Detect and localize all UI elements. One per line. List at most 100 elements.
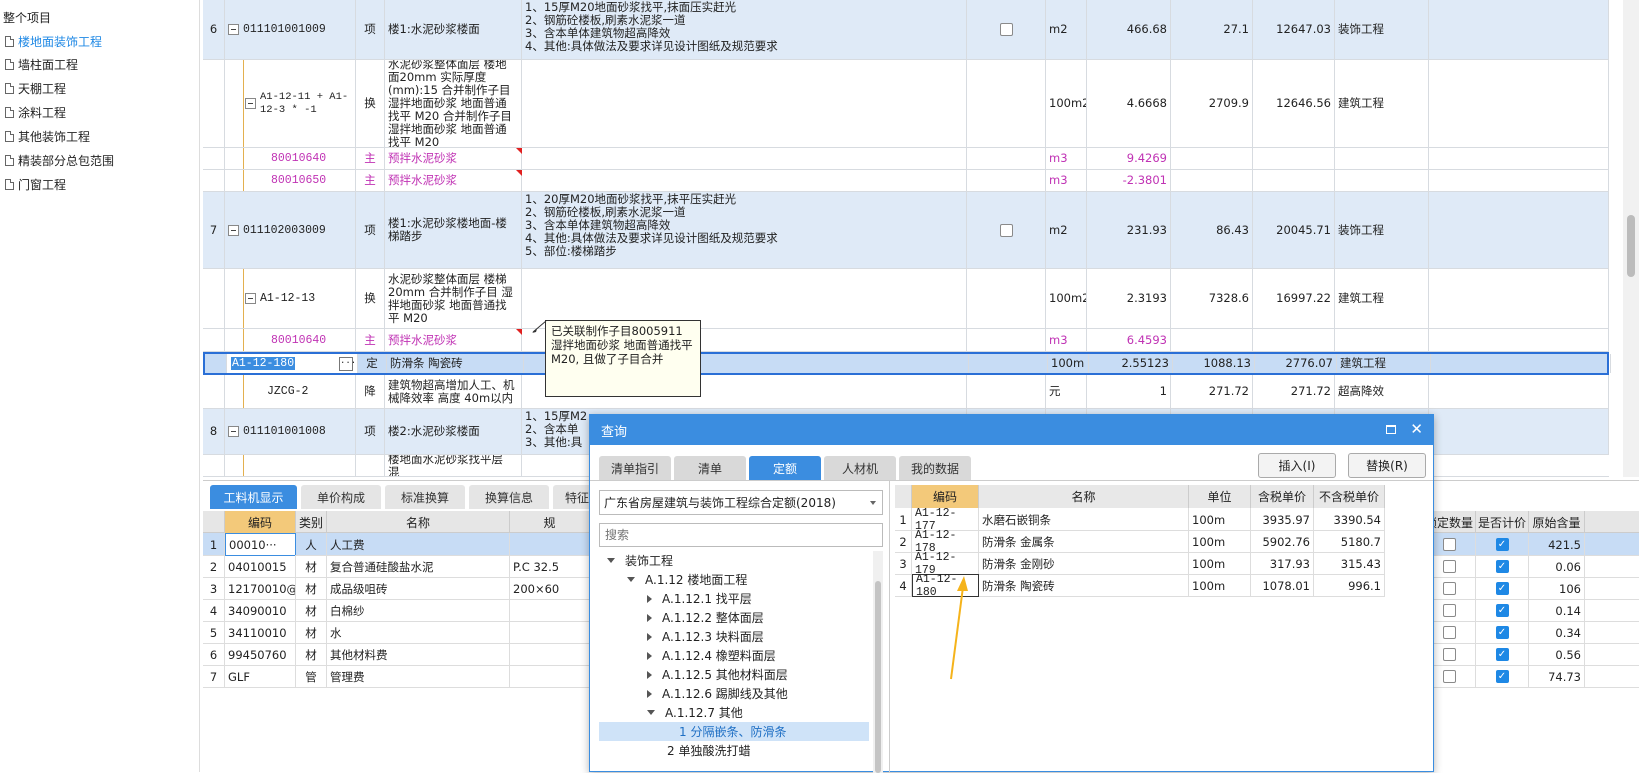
quota-name-cell[interactable]: 防滑条 金属条 — [979, 530, 1189, 553]
sidebar-item-ceiling[interactable]: 天棚工程 — [5, 78, 66, 98]
original-qty-cell[interactable]: 106 — [1529, 577, 1585, 600]
tree-scrollbar[interactable] — [873, 551, 883, 773]
table-row[interactable]: 6 011101001009 项 楼1:水泥砂浆楼面 1、15厚M20地面砂浆找… — [203, 0, 1609, 60]
resource-spec-cell[interactable]: 200×60 — [510, 577, 590, 600]
quota-tax-cell[interactable]: 3935.97 — [1251, 508, 1314, 531]
collapsed-icon[interactable] — [647, 670, 652, 679]
quota-unit-cell[interactable]: 100m — [1189, 574, 1251, 597]
lock-checkbox[interactable] — [1442, 670, 1456, 683]
resource-type-cell[interactable]: 人 — [296, 533, 327, 556]
tab-standard-conversion[interactable]: 标准换算 — [385, 485, 465, 509]
resource-name-cell[interactable]: 其他材料费 — [327, 643, 510, 666]
tree-node[interactable]: A.1.12.1 找平层 — [647, 589, 752, 608]
original-qty-cell[interactable]: 74.73 — [1529, 665, 1585, 688]
tab-bill-guide[interactable]: 清单指引 — [599, 456, 671, 480]
feature-cell[interactable]: 1、20厚M20地面砂浆找平,抹平压实赶光 2、钢筋砼楼板,刷素水泥浆一道 3、… — [522, 192, 967, 268]
feature-cell[interactable] — [522, 170, 967, 191]
collapse-icon[interactable] — [228, 224, 239, 236]
tab-resources[interactable]: 人材机 — [824, 456, 896, 480]
resource-name-cell[interactable]: 复合普通硅酸盐水泥 — [327, 555, 510, 578]
expanded-icon[interactable] — [647, 710, 655, 715]
dialog-title-bar[interactable]: 查询 ✕ — [590, 415, 1433, 445]
resource-type-cell[interactable]: 管 — [296, 665, 327, 688]
table-row[interactable]: 80010650 主 预拌水泥砂浆 m3 -2.3801 — [203, 170, 1609, 192]
checkbox-cell[interactable] — [967, 192, 1046, 268]
collapse-icon[interactable] — [228, 24, 239, 35]
quota-tax-cell[interactable]: 317.93 — [1251, 552, 1314, 575]
header-original-qty[interactable]: 原始含量 — [1529, 511, 1585, 533]
code-cell[interactable]: A1-12-13 — [225, 269, 356, 328]
header-name[interactable]: 名称 — [979, 485, 1189, 508]
lock-checkbox[interactable] — [1442, 626, 1456, 639]
resource-type-cell[interactable]: 材 — [296, 555, 327, 578]
original-qty-cell[interactable]: 0.06 — [1529, 555, 1585, 578]
header-unit[interactable]: 单位 — [1189, 485, 1251, 508]
tab-my-data[interactable]: 我的数据 — [899, 456, 971, 480]
table-row[interactable]: A1-12-11 + A1-12-3 * -1 换 水泥砂浆整体面层 楼地面20… — [203, 60, 1609, 148]
qty-cell[interactable]: 2.3193 — [1087, 269, 1171, 328]
table-row[interactable]: JZCG-2 降 建筑物超高增加人工、机械降效率 高度 40m以内 元 1 27… — [203, 375, 1609, 409]
resource-type-cell[interactable]: 材 — [296, 577, 327, 600]
resource-spec-cell[interactable]: P.C 32.5 — [510, 555, 590, 578]
quota-unit-cell[interactable]: 100m — [1189, 552, 1251, 575]
name-cell[interactable]: 预拌水泥砂浆 — [385, 148, 522, 169]
quota-notax-cell[interactable]: 315.43 — [1314, 552, 1385, 575]
collapsed-icon[interactable] — [647, 594, 652, 603]
resource-spec-cell[interactable] — [510, 665, 590, 688]
resource-spec-cell[interactable] — [510, 621, 590, 644]
table-row-selected[interactable]: A1-12-180 ··· 定 防滑条 陶瓷砖 100m 2.55123 1088… — [203, 352, 1611, 375]
quota-tax-cell[interactable]: 5902.76 — [1251, 530, 1314, 553]
feature-cell[interactable]: 1、15厚M20地面砂浆找平,抹面压实赶光 2、钢筋砼楼板,刷素水泥浆一道 3、… — [522, 0, 967, 59]
resource-spec-cell[interactable] — [510, 643, 590, 666]
search-input[interactable] — [599, 523, 883, 547]
collapsed-icon[interactable] — [647, 632, 652, 641]
quota-name-cell[interactable]: 水磨石嵌铜条 — [979, 508, 1189, 531]
quota-no-cell[interactable]: 2 — [895, 530, 912, 553]
tab-unit-price[interactable]: 单价构成 — [301, 485, 381, 509]
resource-code-cell[interactable]: GLF — [225, 665, 296, 688]
tab-bill[interactable]: 清单 — [674, 456, 746, 480]
code-cell[interactable]: 011101001008 — [225, 409, 356, 454]
library-select[interactable]: 广东省房屋建筑与装饰工程综合定额(2018) — [599, 490, 883, 515]
priced-checkbox[interactable]: ✓ — [1495, 670, 1509, 683]
resource-name-cell[interactable]: 水 — [327, 621, 510, 644]
checkbox-cell[interactable] — [967, 0, 1046, 59]
resource-code-cell[interactable]: 04010015 — [225, 555, 296, 578]
resource-type-cell[interactable]: 材 — [296, 621, 327, 644]
maximize-icon[interactable] — [1386, 425, 1396, 434]
original-qty-cell[interactable]: 0.14 — [1529, 599, 1585, 622]
tree-node[interactable]: A.1.12.2 整体面层 — [647, 608, 764, 627]
resource-spec-cell[interactable] — [510, 533, 590, 556]
priced-checkbox-cell[interactable]: ✓ — [1476, 555, 1529, 578]
priced-checkbox-cell[interactable]: ✓ — [1476, 665, 1529, 688]
tree-node[interactable]: A.1.12.4 橡塑料面层 — [647, 646, 776, 665]
close-icon[interactable]: ✕ — [1410, 421, 1423, 437]
replace-button[interactable]: 替换(R) — [1348, 453, 1426, 478]
quota-unit-cell[interactable]: 100m — [1189, 508, 1251, 531]
sidebar-item-paint[interactable]: 涂料工程 — [5, 102, 66, 122]
resource-spec-cell[interactable] — [510, 599, 590, 622]
priced-checkbox[interactable]: ✓ — [1495, 538, 1509, 551]
resource-code-cell[interactable]: 34110010 — [225, 621, 296, 644]
qty-cell[interactable]: 9.4269 — [1087, 148, 1171, 169]
code-cell[interactable] — [225, 455, 356, 476]
resource-code-cell[interactable]: 99450760 — [225, 643, 296, 666]
code-text[interactable]: A1-12-180 — [231, 357, 296, 370]
original-qty-cell[interactable]: 421.5 — [1529, 533, 1585, 556]
lock-checkbox[interactable] — [1442, 538, 1456, 551]
scroll-thumb[interactable] — [1627, 215, 1635, 277]
table-row[interactable]: A1-12-13 换 水泥砂浆整体面层 楼梯20mm 合并制作子目 湿拌地面砂浆… — [203, 269, 1609, 329]
resource-name-cell[interactable]: 成品级咀砖 — [327, 577, 510, 600]
tree-node[interactable]: A.1.12 楼地面工程 — [627, 570, 747, 589]
name-cell[interactable]: 水泥砂浆整体面层 楼梯20mm 合并制作子目 湿拌地面砂浆 地面普通找平 M20 — [385, 269, 522, 328]
resource-type-cell[interactable]: 材 — [296, 643, 327, 666]
header-spec[interactable]: 规 — [510, 511, 590, 533]
collapse-icon[interactable] — [245, 98, 256, 109]
header-code[interactable]: 编码 — [225, 511, 296, 533]
tab-quota[interactable]: 定额 — [749, 456, 821, 480]
resource-code-cell[interactable]: 12170010@1 — [225, 577, 296, 600]
original-qty-cell[interactable]: 0.34 — [1529, 621, 1585, 644]
lock-checkbox[interactable] — [1442, 648, 1456, 661]
name-cell[interactable]: 预拌水泥砂浆 — [385, 329, 522, 351]
header-name[interactable]: 名称 — [327, 511, 510, 533]
